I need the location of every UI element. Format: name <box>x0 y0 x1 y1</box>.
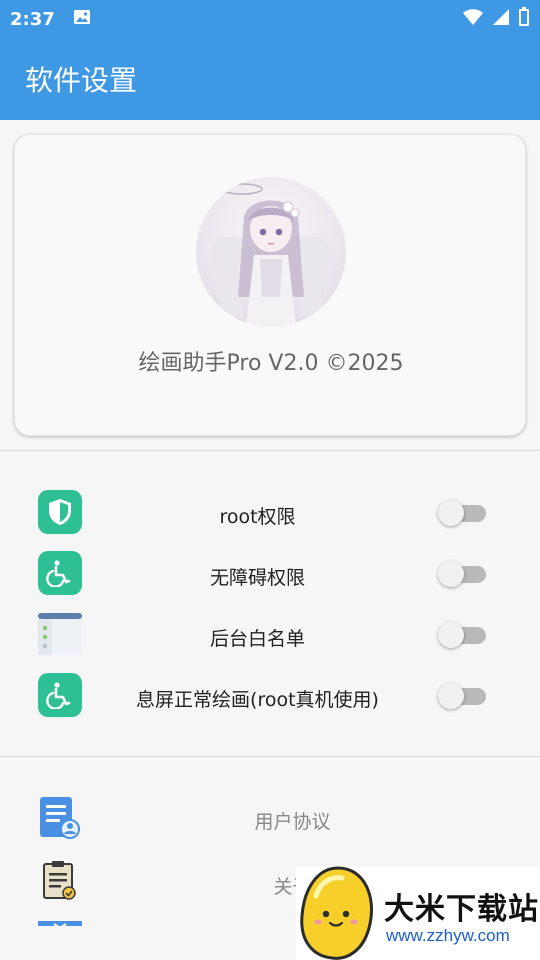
app-root: 2:37 软件设置 绘画助手Pro V2.0 ©2025 root权限 无障碍权… <box>0 0 540 960</box>
toggle-thumb <box>438 561 464 587</box>
accessibility-permission-toggle[interactable] <box>438 561 486 587</box>
app-bar: 软件设置 <box>0 38 540 120</box>
watermark-url: www.zzhyw.com <box>386 926 510 945</box>
setting-label: 息屏正常绘画(root真机使用) <box>136 689 379 711</box>
setting-row-whitelist[interactable]: 后台白名单 <box>0 612 540 664</box>
toggle-thumb <box>438 500 464 526</box>
rice-mascot-icon <box>300 866 373 960</box>
setting-label: 无障碍权限 <box>209 567 305 589</box>
setting-row-screen-off[interactable]: 息屏正常绘画(root真机使用) <box>0 673 540 725</box>
wifi-icon <box>462 8 484 30</box>
status-left: 2:37 <box>10 8 91 31</box>
toggle-thumb <box>438 622 464 648</box>
link-row-user-agreement[interactable]: 用户协议 <box>0 795 540 851</box>
status-right <box>462 7 530 31</box>
shield-icon <box>38 490 82 534</box>
signal-icon <box>492 8 510 30</box>
setting-row-accessibility[interactable]: 无障碍权限 <box>0 551 540 603</box>
app-version-text: 绘画助手Pro V2.0 ©2025 <box>138 351 404 376</box>
user-agreement-icon <box>38 795 82 843</box>
toggle-thumb <box>438 683 464 709</box>
screen-off-drawing-toggle[interactable] <box>438 683 486 709</box>
accessibility-icon <box>38 673 82 717</box>
setting-row-root[interactable]: root权限 <box>0 490 540 542</box>
app-avatar <box>196 177 346 327</box>
root-permission-toggle[interactable] <box>438 500 486 526</box>
accessibility-icon <box>38 551 82 595</box>
image-notification-icon <box>73 8 91 31</box>
page-title: 软件设置 <box>25 64 138 97</box>
watermark-title: 大米下载站 <box>384 892 539 927</box>
app-window-icon <box>38 612 82 656</box>
partial-link-icon <box>38 916 82 926</box>
watermark-logo: 大米下载站 www.zzhyw.com <box>296 866 540 960</box>
section-divider-top <box>0 450 540 451</box>
background-whitelist-toggle[interactable] <box>438 622 486 648</box>
battery-icon <box>518 7 530 31</box>
status-bar: 2:37 <box>0 0 540 38</box>
status-time: 2:37 <box>10 8 55 30</box>
setting-label: 后台白名单 <box>209 628 305 650</box>
setting-label: root权限 <box>219 506 296 528</box>
section-divider-bottom <box>0 756 540 757</box>
link-label: 用户协议 <box>254 811 331 833</box>
clipboard-check-icon <box>38 860 82 908</box>
app-info-card: 绘画助手Pro V2.0 ©2025 <box>14 134 526 436</box>
